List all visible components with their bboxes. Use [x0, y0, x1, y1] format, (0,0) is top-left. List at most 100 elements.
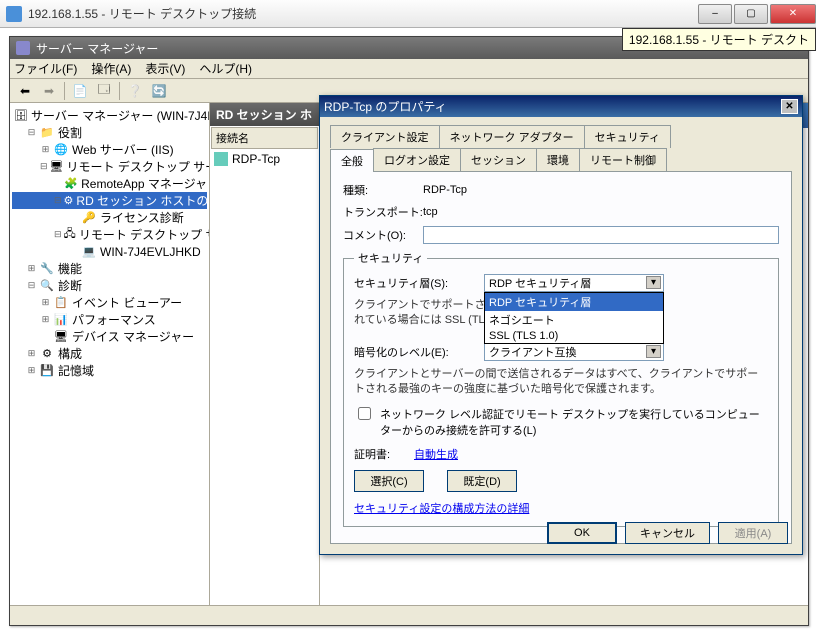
apply-button[interactable]: 適用(A) [718, 522, 788, 544]
menu-item[interactable]: 操作(A) [91, 60, 131, 77]
select-cert-button[interactable]: 選択(C) [354, 470, 424, 492]
tab[interactable]: ログオン設定 [373, 148, 461, 171]
connection-icon [214, 152, 228, 166]
tab[interactable]: リモート制御 [579, 148, 667, 171]
tree-toggle-icon[interactable]: ⊞ [26, 348, 37, 359]
tree-toggle-icon[interactable]: ⊟ [40, 161, 48, 172]
dialog-title: RDP-Tcp のプロパティ [324, 98, 781, 115]
tree-toggle-icon[interactable]: ⊞ [26, 263, 37, 274]
tree-item-label: RemoteApp マネージャ [81, 175, 207, 192]
tree-item-label: パフォーマンス [72, 311, 156, 328]
properties-button[interactable]: 🗔 [93, 81, 115, 101]
ok-button[interactable]: OK [547, 522, 617, 544]
tree-node-icon: 🔍 [39, 278, 55, 294]
tree-item-label: 記憶域 [58, 362, 94, 379]
tree-item[interactable]: ⊟🖥リモート デスクトップ サービス [12, 158, 207, 175]
tree-toggle-icon[interactable]: ⊟ [54, 195, 62, 206]
security-layer-label: セキュリティ層(S): [354, 275, 484, 291]
sm-icon [16, 41, 30, 55]
dialog-titlebar[interactable]: RDP-Tcp のプロパティ ✕ [320, 96, 802, 117]
transport-value: tcp [423, 206, 438, 218]
minimize-button[interactable]: – [698, 4, 732, 24]
help-button[interactable]: ❔ [124, 81, 146, 101]
connection-row[interactable]: RDP-Tcp [210, 150, 319, 168]
nav-back-button[interactable]: ⬅ [14, 81, 36, 101]
default-cert-button[interactable]: 既定(D) [447, 470, 517, 492]
tab[interactable]: 全般 [330, 149, 374, 172]
tree-item[interactable]: 🔑ライセンス診断 [12, 209, 207, 226]
tree-node-icon: 💻 [81, 244, 97, 260]
tree-node-icon: 🗄 [14, 108, 28, 124]
tree-item[interactable]: ⊞🔧機能 [12, 260, 207, 277]
dropdown-option[interactable]: SSL (TLS 1.0) [485, 329, 663, 343]
security-layer-dropdown[interactable]: RDP セキュリティ層ネゴシエートSSL (TLS 1.0) [484, 292, 664, 344]
refresh-button[interactable]: 🔄 [148, 81, 170, 101]
tree-item-label: デバイス マネージャー [72, 328, 194, 345]
tree-item-label: 診断 [58, 277, 82, 294]
tree-item[interactable]: 🗄サーバー マネージャー (WIN-7J4EV [12, 107, 207, 124]
connections-panel: RD セッション ホ 接続名 RDP-Tcp [210, 103, 320, 605]
tree-item[interactable]: ⊞📊パフォーマンス [12, 311, 207, 328]
title-tooltip: 192.168.1.55 - リモート デスクト [622, 28, 816, 51]
tree-item[interactable]: 🧩RemoteApp マネージャ [12, 175, 207, 192]
tree-toggle-icon[interactable]: ⊞ [40, 297, 51, 308]
tree-item[interactable]: ⊞⚙構成 [12, 345, 207, 362]
tab[interactable]: クライアント設定 [330, 125, 440, 148]
tab[interactable]: 環境 [536, 148, 580, 171]
tree-item-label: リモート デスクトップ サ [79, 226, 210, 243]
rdp-icon [6, 6, 22, 22]
security-layer-select[interactable]: RDP セキュリティ層 [484, 274, 664, 292]
tree-toggle-icon[interactable]: ⊟ [26, 127, 37, 138]
tree-node-icon: 📊 [53, 312, 69, 328]
dropdown-option[interactable]: ネゴシエート [485, 311, 663, 329]
tree-item-label: Web サーバー (IIS) [72, 141, 174, 158]
tree-node-icon: 🖥 [53, 329, 69, 345]
connections-header: RD セッション ホ [210, 103, 319, 126]
nav-forward-button[interactable]: ➡ [38, 81, 60, 101]
tree-item[interactable]: 🖥デバイス マネージャー [12, 328, 207, 345]
tab[interactable]: セキュリティ [584, 125, 671, 148]
certificate-value-link[interactable]: 自動生成 [414, 446, 458, 462]
security-help-link[interactable]: セキュリティ設定の構成方法の詳細 [354, 503, 529, 515]
tree-panel[interactable]: 🗄サーバー マネージャー (WIN-7J4EV⊟📁役割⊞🌐Web サーバー (I… [10, 103, 210, 605]
security-legend: セキュリティ [354, 250, 427, 266]
tree-toggle-icon[interactable]: ⊞ [26, 365, 37, 376]
tree-item[interactable]: ⊞🌐Web サーバー (IIS) [12, 141, 207, 158]
tree-item[interactable]: ⊟🔍診断 [12, 277, 207, 294]
dropdown-option[interactable]: RDP セキュリティ層 [485, 293, 663, 311]
tree-toggle-icon[interactable]: ⊞ [40, 144, 51, 155]
cancel-button[interactable]: キャンセル [625, 522, 710, 544]
tree-toggle-icon[interactable]: ⊞ [40, 314, 51, 325]
menu-item[interactable]: ファイル(F) [14, 60, 77, 77]
type-value: RDP-Tcp [423, 184, 467, 196]
tree-node-icon: 🖥 [50, 159, 64, 175]
up-button[interactable]: 📄 [69, 81, 91, 101]
connections-column-header[interactable]: 接続名 [211, 127, 318, 149]
parent-window-titlebar: 192.168.1.55 - リモート デスクトップ接続 – ▢ ✕ [0, 0, 816, 28]
tree-node-icon: 📋 [53, 295, 69, 311]
tab[interactable]: ネットワーク アダプター [439, 125, 585, 148]
tree-item-label: イベント ビューアー [72, 294, 182, 311]
comment-input[interactable] [423, 226, 779, 244]
tree-item[interactable]: ⊟⚙RD セッション ホストの構 [12, 192, 207, 209]
tree-item[interactable]: ⊟🖧リモート デスクトップ サ [12, 226, 207, 243]
rdp-tcp-properties-dialog: RDP-Tcp のプロパティ ✕ クライアント設定ネットワーク アダプターセキュ… [319, 95, 803, 555]
tab[interactable]: セッション [460, 148, 537, 171]
tree-item-label: リモート デスクトップ サービス [67, 158, 210, 175]
tree-toggle-icon[interactable]: ⊟ [26, 280, 37, 291]
tree-item-label: ライセンス診断 [100, 209, 184, 226]
tree-item-label: WIN-7J4EVLJHKD [100, 245, 201, 259]
close-button[interactable]: ✕ [770, 4, 816, 24]
menu-item[interactable]: 表示(V) [145, 60, 185, 77]
tree-item[interactable]: ⊞💾記憶域 [12, 362, 207, 379]
menu-item[interactable]: ヘルプ(H) [199, 60, 252, 77]
encryption-level-select[interactable]: クライアント互換 [484, 343, 664, 361]
tree-item[interactable]: 💻WIN-7J4EVLJHKD [12, 243, 207, 260]
tree-node-icon: ⚙ [39, 346, 55, 362]
maximize-button[interactable]: ▢ [734, 4, 768, 24]
dialog-close-button[interactable]: ✕ [781, 99, 798, 114]
nla-checkbox[interactable] [358, 407, 371, 420]
tree-toggle-icon[interactable]: ⊟ [54, 229, 62, 240]
tree-item[interactable]: ⊟📁役割 [12, 124, 207, 141]
tree-item[interactable]: ⊞📋イベント ビューアー [12, 294, 207, 311]
